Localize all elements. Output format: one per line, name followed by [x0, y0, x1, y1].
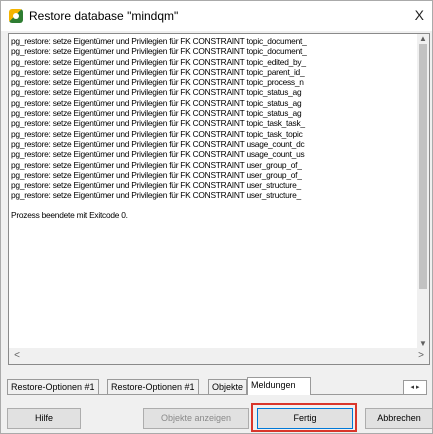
- log-line: pg_restore: setze Eigentümer und Privile…: [11, 169, 302, 180]
- tab-messages[interactable]: Meldungen: [247, 377, 311, 395]
- log-spacer: [11, 201, 415, 210]
- scroll-up-icon[interactable]: ▲: [417, 34, 429, 43]
- tab-scroll-arrows[interactable]: ◂ ▸: [403, 380, 427, 395]
- tab-objects[interactable]: Objekte: [208, 379, 248, 394]
- log-content: pg_restore: setze Eigentümer und Privile…: [11, 36, 415, 348]
- log-line: pg_restore: setze Eigentümer und Privile…: [11, 36, 307, 46]
- log-line: pg_restore: setze Eigentümer und Privile…: [11, 56, 306, 67]
- cancel-button[interactable]: Abbrechen: [365, 408, 432, 429]
- log-line: pg_restore: setze Eigentümer und Privile…: [11, 66, 305, 77]
- tab-restore-options-2[interactable]: Restore-Optionen #1: [107, 379, 199, 394]
- title-bar: Restore database "mindqm" X: [1, 1, 432, 31]
- message-log[interactable]: pg_restore: setze Eigentümer und Privile…: [8, 33, 430, 365]
- exit-message: Prozess beendete mit Exitcode 0.: [11, 209, 128, 220]
- help-button[interactable]: Hilfe: [7, 408, 81, 429]
- log-line: pg_restore: setze Eigentümer und Privile…: [11, 149, 305, 160]
- log-line: pg_restore: setze Eigentümer und Privile…: [11, 97, 302, 108]
- log-line: pg_restore: setze Eigentümer und Privile…: [11, 46, 307, 57]
- show-objects-button[interactable]: Objekte anzeigen: [143, 408, 249, 429]
- database-restore-icon: [9, 9, 23, 23]
- log-line: pg_restore: setze Eigentümer und Privile…: [11, 87, 302, 98]
- restore-dialog: Restore database "mindqm" X pg_restore: …: [0, 0, 433, 434]
- tab-restore-options-1[interactable]: Restore-Optionen #1: [7, 379, 99, 394]
- log-line: pg_restore: setze Eigentümer und Privile…: [11, 190, 301, 201]
- scroll-right-icon[interactable]: >: [415, 350, 427, 361]
- log-line: pg_restore: setze Eigentümer und Privile…: [11, 159, 302, 170]
- horizontal-scrollbar[interactable]: < >: [9, 348, 429, 364]
- log-line: pg_restore: setze Eigentümer und Privile…: [11, 108, 302, 119]
- log-line: pg_restore: setze Eigentümer und Privile…: [11, 128, 303, 139]
- tab-divider: [7, 394, 426, 395]
- vertical-scroll-thumb[interactable]: [419, 44, 427, 289]
- log-line: pg_restore: setze Eigentümer und Privile…: [11, 180, 301, 191]
- log-line: pg_restore: setze Eigentümer und Privile…: [11, 77, 304, 88]
- tab-strip: Restore-Optionen #1 Restore-Optionen #1 …: [7, 377, 427, 395]
- scroll-left-icon[interactable]: <: [11, 350, 23, 361]
- scroll-down-icon[interactable]: ▼: [417, 339, 429, 348]
- window-title: Restore database "mindqm": [29, 9, 179, 23]
- log-line: pg_restore: setze Eigentümer und Privile…: [11, 118, 305, 129]
- log-line: pg_restore: setze Eigentümer und Privile…: [11, 138, 305, 149]
- vertical-scrollbar[interactable]: ▲ ▼: [417, 34, 429, 348]
- highlight-box: [251, 403, 357, 432]
- close-icon[interactable]: X: [415, 7, 424, 23]
